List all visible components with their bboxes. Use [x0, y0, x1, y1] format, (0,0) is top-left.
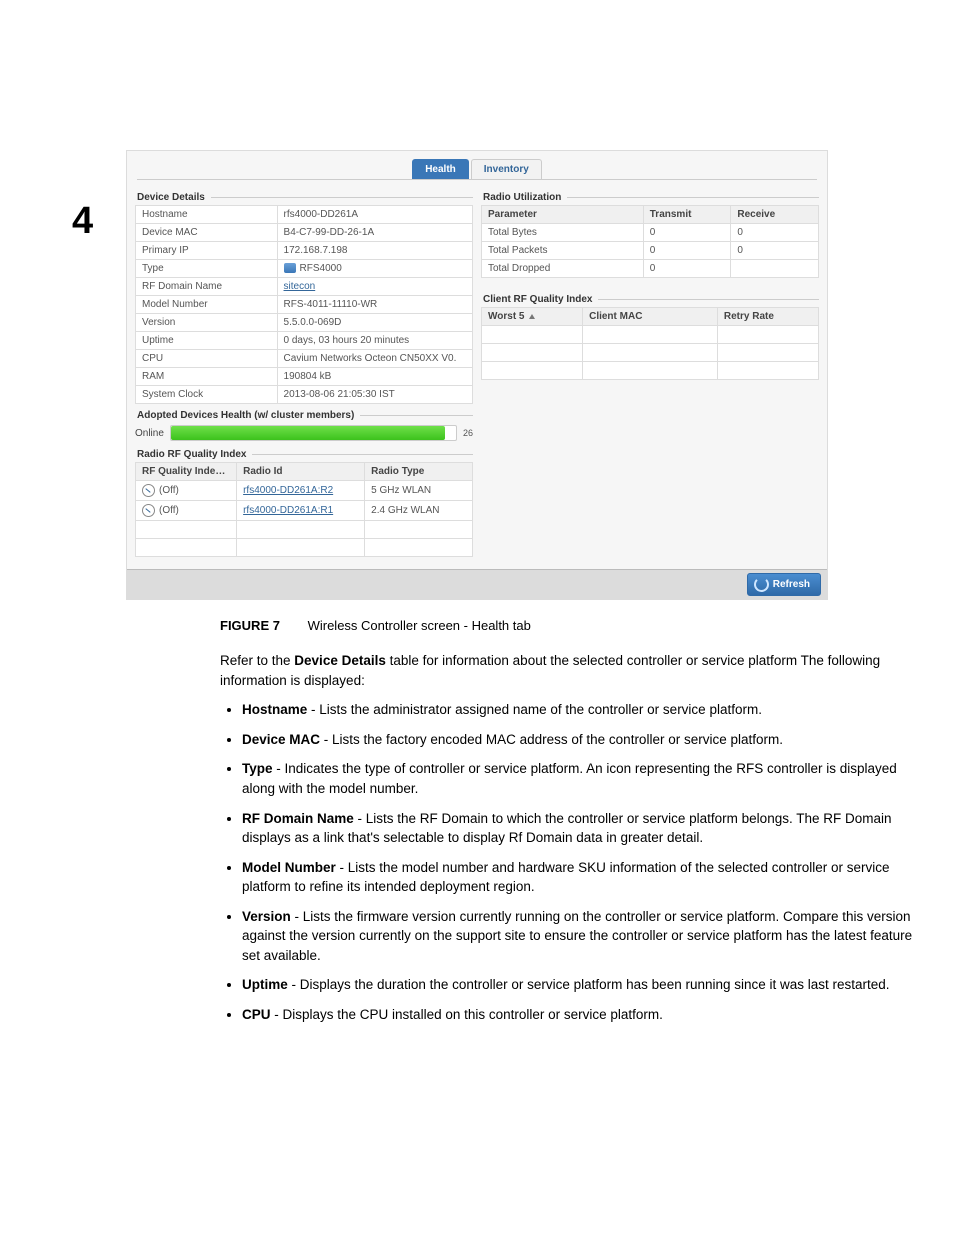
- adopted-devices-title: Adopted Devices Health (w/ cluster membe…: [137, 410, 473, 421]
- col-client-mac[interactable]: Client MAC: [583, 308, 718, 326]
- tab-inventory[interactable]: Inventory: [471, 159, 542, 179]
- col-radio-type[interactable]: Radio Type: [365, 463, 473, 481]
- radio-id-link[interactable]: rfs4000-DD261A:R2: [243, 485, 333, 496]
- page-number: 4: [72, 200, 93, 243]
- list-item: Device MAC - Lists the factory encoded M…: [242, 730, 914, 750]
- sort-indicator-icon: [225, 466, 236, 477]
- radio-id-link[interactable]: rfs4000-DD261A:R1: [243, 505, 333, 516]
- list-item: Model Number - Lists the model number an…: [242, 858, 914, 897]
- client-rf-quality-title: Client RF Quality Index: [483, 294, 819, 305]
- status-icon: [142, 504, 155, 517]
- col-parameter[interactable]: Parameter: [482, 206, 644, 224]
- figure-caption: FIGURE 7 Wireless Controller screen - He…: [220, 618, 954, 633]
- list-item: Uptime - Displays the duration the contr…: [242, 975, 914, 995]
- online-count: 26: [463, 428, 473, 438]
- col-retry-rate[interactable]: Retry Rate: [717, 308, 818, 326]
- radio-utilization-table: Parameter Transmit Receive Total Bytes00…: [481, 205, 819, 278]
- list-item: RF Domain Name - Lists the RF Domain to …: [242, 809, 914, 848]
- sort-icon: [529, 314, 535, 319]
- list-item: Version - Lists the firmware version cur…: [242, 907, 914, 966]
- table-row: (Off) rfs4000-DD261A:R2 5 GHz WLAN: [136, 481, 473, 501]
- refresh-icon: [754, 577, 769, 592]
- device-details-title: Device Details: [137, 192, 473, 203]
- col-worst5[interactable]: Worst 5: [482, 308, 583, 326]
- list-item: CPU - Displays the CPU installed on this…: [242, 1005, 914, 1025]
- radio-rf-quality-table: RF Quality Index Radio Id Radio Type (Of…: [135, 462, 473, 557]
- radio-rf-quality-title: Radio RF Quality Index: [137, 449, 473, 460]
- tab-bar: Health Inventory: [137, 151, 817, 180]
- figure-label: FIGURE 7: [220, 618, 280, 633]
- table-row: (Off) rfs4000-DD261A:R1 2.4 GHz WLAN: [136, 501, 473, 521]
- device-details-table: Hostnamerfs4000-DD261A Device MACB4-C7-9…: [135, 205, 473, 404]
- device-icon: [284, 263, 296, 273]
- col-rf-quality-index[interactable]: RF Quality Index: [136, 463, 237, 481]
- list-item: Type - Indicates the type of controller …: [242, 759, 914, 798]
- bottom-toolbar: Refresh: [127, 569, 827, 599]
- figure-caption-text: Wireless Controller screen - Health tab: [308, 618, 531, 633]
- col-receive[interactable]: Receive: [731, 206, 819, 224]
- wireless-controller-screenshot: Health Inventory Device Details Hostname…: [126, 150, 828, 600]
- body-text: Refer to the Device Details table for in…: [220, 651, 914, 1024]
- adopted-online-bar: Online 26: [135, 425, 473, 441]
- refresh-button[interactable]: Refresh: [747, 573, 821, 596]
- col-transmit[interactable]: Transmit: [643, 206, 731, 224]
- client-rf-quality-table: Worst 5 Client MAC Retry Rate: [481, 307, 819, 380]
- status-icon: [142, 484, 155, 497]
- tab-health[interactable]: Health: [412, 159, 469, 179]
- col-radio-id[interactable]: Radio Id: [237, 463, 365, 481]
- radio-utilization-title: Radio Utilization: [483, 192, 819, 203]
- list-item: Hostname - Lists the administrator assig…: [242, 700, 914, 720]
- rf-domain-link[interactable]: sitecon: [284, 281, 316, 292]
- online-label: Online: [135, 428, 164, 439]
